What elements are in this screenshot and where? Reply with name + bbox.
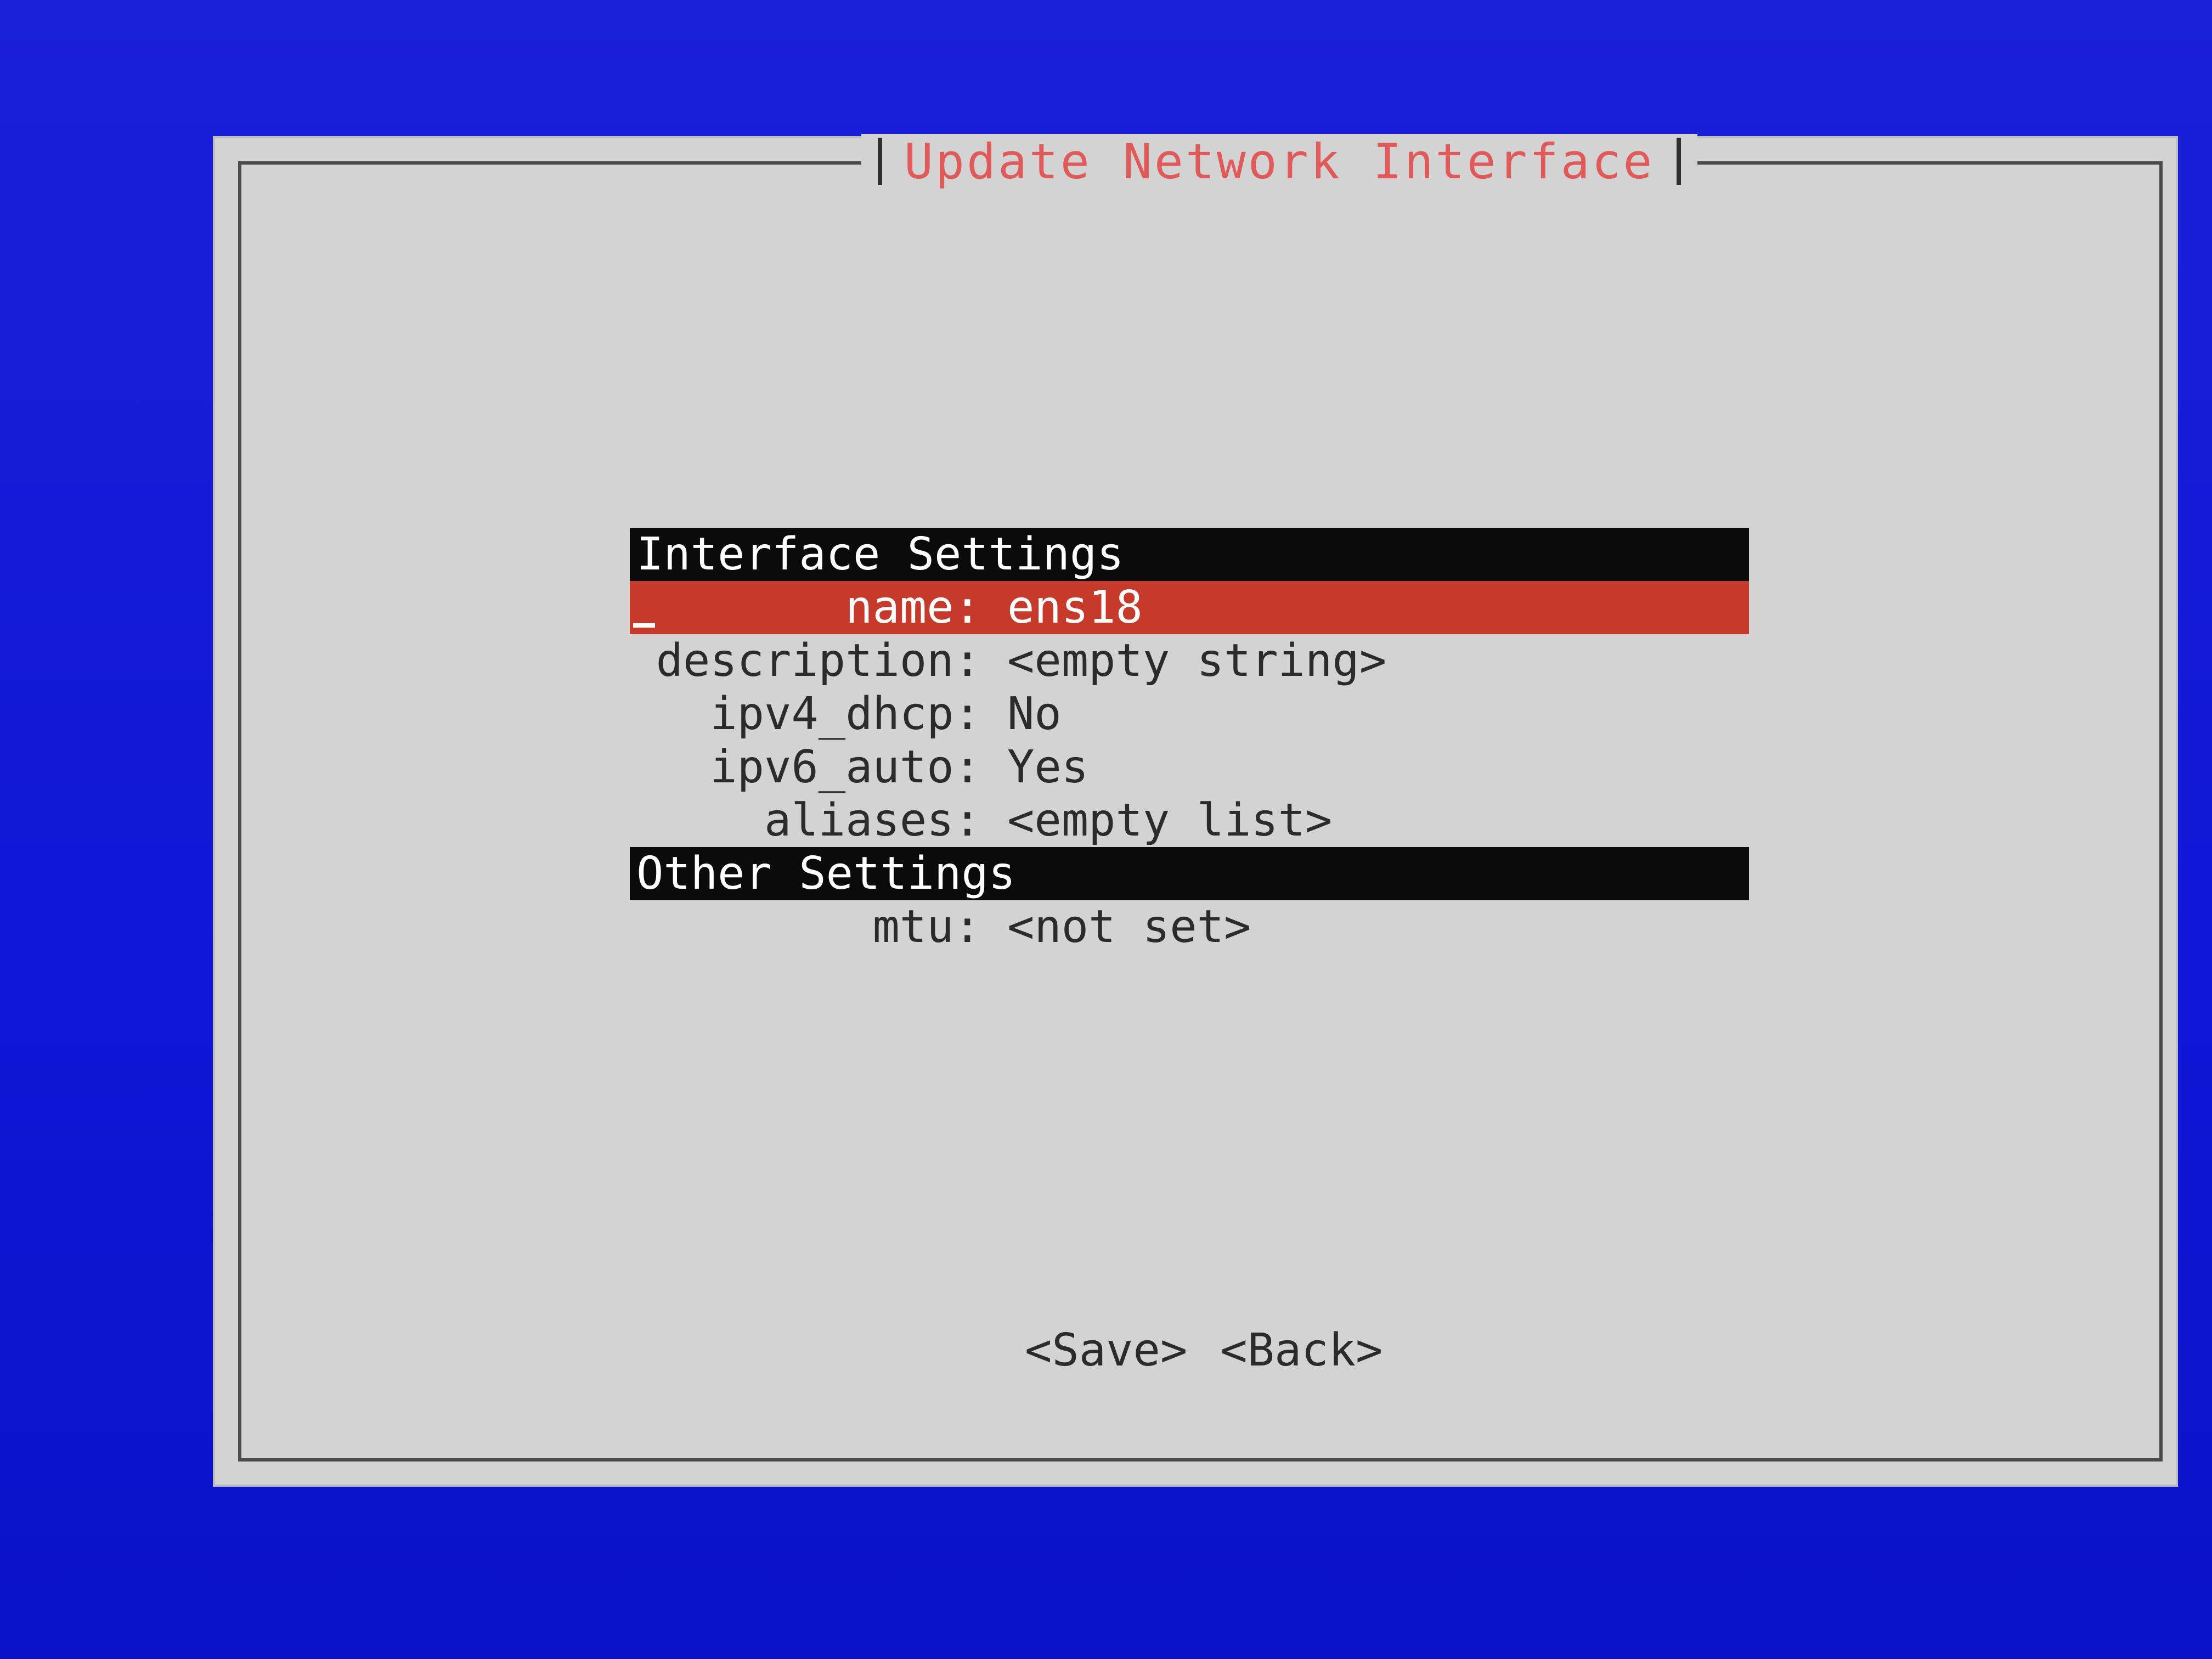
- field-ipv6-auto[interactable]: ipv6_auto: Yes: [630, 741, 1749, 794]
- field-description-value[interactable]: <empty string>: [1007, 635, 1386, 687]
- back-button[interactable]: <Back>: [1220, 1324, 1383, 1376]
- field-description-label: description:: [656, 635, 981, 687]
- section-interface-settings-title: Interface Settings: [636, 528, 1124, 580]
- field-name-label: name:: [845, 582, 981, 634]
- dialog-title: Update Network Interface: [904, 133, 1655, 190]
- field-ipv4-dhcp-value[interactable]: No: [1007, 688, 1062, 740]
- title-separator-left: [878, 138, 882, 185]
- field-name[interactable]: name: ens18: [630, 581, 1749, 634]
- field-mtu-value[interactable]: <not set>: [1007, 901, 1251, 953]
- field-ipv4-dhcp[interactable]: ipv4_dhcp: No: [630, 687, 1749, 741]
- field-ipv6-auto-label: ipv6_auto:: [710, 741, 981, 793]
- save-button[interactable]: <Save>: [1025, 1324, 1187, 1376]
- field-aliases-label: aliases:: [764, 794, 981, 847]
- field-name-value[interactable]: ens18: [1007, 582, 1143, 634]
- title-separator-right: [1676, 138, 1681, 185]
- field-aliases[interactable]: aliases: <empty list>: [630, 794, 1749, 847]
- section-other-settings-title: Other Settings: [636, 848, 1016, 900]
- field-mtu-label: mtu:: [872, 901, 981, 953]
- field-aliases-value[interactable]: <empty list>: [1007, 794, 1332, 847]
- field-mtu[interactable]: mtu: <not set>: [630, 900, 1749, 953]
- field-ipv4-dhcp-label: ipv4_dhcp:: [710, 688, 981, 740]
- section-other-settings: Other Settings: [630, 847, 1749, 900]
- interface-form: Interface Settings name: ens18 descripti…: [630, 528, 1749, 953]
- field-description[interactable]: description: <empty string>: [630, 634, 1749, 687]
- dialog-title-bar: Update Network Interface: [861, 133, 1697, 190]
- update-network-interface-dialog: Update Network Interface Interface Setti…: [213, 133, 2178, 1487]
- section-interface-settings: Interface Settings: [630, 528, 1749, 581]
- dialog-buttons: <Save> <Back>: [1025, 1324, 1383, 1376]
- field-ipv6-auto-value[interactable]: Yes: [1007, 741, 1088, 793]
- text-cursor: [633, 623, 655, 628]
